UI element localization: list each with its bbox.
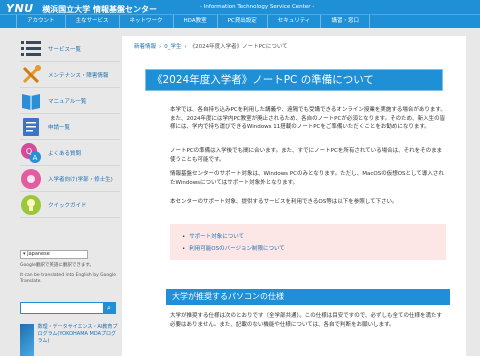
language-select-value: Japanese xyxy=(27,251,50,257)
reference-paragraph: 本センターのサポート対象、提供するサービスを利用できるOS等は以下を参照して下さ… xyxy=(170,199,398,205)
support-target-link[interactable]: サポート対象について xyxy=(182,232,244,240)
main-content: 新着情報 › 0_学生 › 《2024年度入学者》ノートPCについて 《2024年度入学… xyxy=(122,36,466,356)
breadcrumb-current: 《2024年度入学者》ノートPCについて xyxy=(189,44,288,50)
sidebar-item-label: メンテナンス・障害情報 xyxy=(48,72,109,79)
translate-note-ja: Google翻訳で英語に翻訳できます。 xyxy=(20,263,94,268)
sidebar-item-label: サービス一覧 xyxy=(48,46,82,53)
mda-banner-image xyxy=(20,324,34,356)
svg-text:Q: Q xyxy=(26,147,32,156)
nav-item-pc-loan[interactable]: PC貸出設定 xyxy=(218,15,268,28)
sidebar-item-label: クイックガイド xyxy=(48,202,87,209)
nav-item-account[interactable]: アカウント xyxy=(16,15,66,28)
global-nav: アカウント 主なサービス ネットワーク HDA教室 PC貸出設定 セキュリティ … xyxy=(0,14,480,28)
support-links-box: サポート対象について 利用可能OSのバージョン制限について xyxy=(170,224,446,260)
spec-intro-paragraph: 大学が推奨する仕様は次のとおりです（全学部共通）。この仕様は目安ですので、必ずし… xyxy=(170,313,443,328)
section-heading: 大学が推奨するパソコンの仕様 xyxy=(172,292,284,301)
nav-item-training[interactable]: 講習・窓口 xyxy=(321,15,370,28)
sidebar-item-label: 申請一覧 xyxy=(48,124,71,131)
breadcrumb-link-news[interactable]: 新着情報 xyxy=(134,44,156,50)
qa-icon: QA xyxy=(20,142,42,164)
language-select[interactable]: ▾ Japanese xyxy=(20,250,88,259)
breadcrumb-separator: › xyxy=(159,44,162,50)
section-heading-box: 大学が推奨するパソコンの仕様 xyxy=(166,289,450,305)
sidebar-item-maintenance[interactable]: メンテナンス・障害情報 xyxy=(20,62,120,88)
sidebar-item-label: 入学者向け(学部・修士生) xyxy=(48,176,113,183)
list-icon xyxy=(20,38,42,60)
sidebar-item-applications[interactable]: 申請一覧 xyxy=(20,114,120,140)
flower-icon xyxy=(20,168,42,190)
breadcrumb-separator: › xyxy=(184,44,187,50)
search-icon: ⌕ xyxy=(107,304,111,312)
nav-item-network[interactable]: ネットワーク xyxy=(120,15,174,28)
sidebar-item-faq[interactable]: QA よくある質問 xyxy=(20,140,120,166)
translate-note-en: It can be translated into English by Goo… xyxy=(20,273,117,284)
os-version-limit-link[interactable]: 利用可能OSのバージョン制限について xyxy=(182,244,285,252)
mda-program-banner[interactable]: 数理・データサイエンス・AI教育プログラム(YOKOHAMA MDAプログラム) xyxy=(20,324,120,356)
site-logo[interactable]: YNU 横浜国立大学 情報基盤センター xyxy=(6,0,157,15)
site-search-input[interactable]: ⌕ xyxy=(20,302,116,314)
breadcrumb-link-students[interactable]: 0_学生 xyxy=(164,44,181,50)
search-button[interactable]: ⌕ xyxy=(103,303,115,313)
mda-banner-text: 数理・データサイエンス・AI教育プログラム(YOKOHAMA MDAプログラム) xyxy=(37,324,118,344)
sidebar-item-quick-guide[interactable]: クイックガイド xyxy=(20,192,120,218)
breadcrumb: 新着情報 › 0_学生 › 《2024年度入学者》ノートPCについて xyxy=(134,42,288,50)
site-tagline: - Information Technology Service Center … xyxy=(200,4,315,10)
wrench-screwdriver-icon xyxy=(20,64,42,86)
google-translate-widget: ▾ Japanese Google翻訳で英語に翻訳できます。 It can be… xyxy=(20,250,120,285)
sidebar-item-label: マニュアル一覧 xyxy=(48,98,87,105)
page-title: 《2024年度入学者》ノートPC の準備について xyxy=(152,74,374,86)
sidebar-item-service-list[interactable]: サービス一覧 xyxy=(20,36,120,62)
nav-item-services[interactable]: 主なサービス xyxy=(66,15,120,28)
nav-item-security[interactable]: セキュリティ xyxy=(268,15,322,28)
intro-paragraph: 本学では、各自持ち込みPCを利用した講義や、遠隔でも受講できるオンライン授業を実… xyxy=(170,107,446,130)
sidebar-item-new-students[interactable]: 入学者向け(学部・修士生) xyxy=(20,166,120,192)
sidebar-item-label: よくある質問 xyxy=(48,150,82,157)
lightbulb-icon xyxy=(20,194,42,216)
sidebar-item-manuals[interactable]: マニュアル一覧 xyxy=(20,88,120,114)
logo-org-name: 横浜国立大学 情報基盤センター xyxy=(42,5,157,14)
page-title-box: 《2024年度入学者》ノートPC の準備について xyxy=(146,70,442,90)
support-scope-paragraph: 情報基盤センターのサポート対象は、Windows PCのみとなります。ただし、M… xyxy=(170,171,444,186)
document-icon xyxy=(20,116,42,138)
nav-item-hda-room[interactable]: HDA教室 xyxy=(174,15,218,28)
translate-note: Google翻訳で英語に翻訳できます。 It can be translated… xyxy=(20,263,120,285)
site-header: YNU 横浜国立大学 情報基盤センター - Information Techno… xyxy=(0,0,480,15)
preparation-paragraph: ノートPCの準備は入学後でも間に合います。また、すでにノートPCを所有されている… xyxy=(170,148,443,163)
book-icon xyxy=(20,90,42,112)
svg-text:A: A xyxy=(33,154,38,162)
